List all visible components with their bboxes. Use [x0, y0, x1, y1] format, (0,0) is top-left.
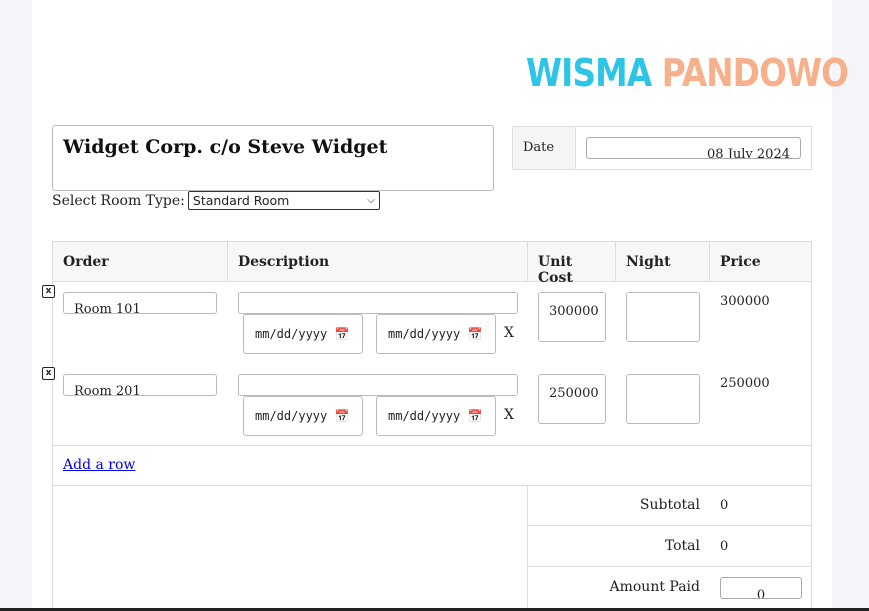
amount-paid-row: Amount Paid 0	[528, 567, 812, 608]
header-night: Night	[616, 242, 710, 281]
total-label: Total	[664, 538, 700, 554]
order-input[interactable]: Room 101	[63, 292, 217, 314]
room-type-value: Standard Room	[192, 193, 290, 208]
add-row-link[interactable]: Add a row	[63, 457, 135, 473]
row-price: 250000	[720, 376, 770, 391]
amount-paid-label: Amount Paid	[609, 579, 700, 595]
date-box: Date 08 July 2024	[512, 126, 812, 170]
calendar-icon[interactable]: 📅	[334, 327, 349, 341]
table-header: Order Description Unit Cost Night Price	[52, 241, 812, 286]
hotel-logo: WISMA PANDOWO	[526, 51, 849, 95]
logo-word-1: WISMA	[526, 51, 652, 95]
date-to-input[interactable]: mm/dd/yyyy 📅	[376, 314, 496, 354]
subtotal-label: Subtotal	[639, 497, 700, 513]
description-input[interactable]	[238, 374, 518, 396]
table-body: x Room 101 mm/dd/yyyy 📅 mm/dd/yyyy 📅 X 3…	[42, 281, 812, 446]
calendar-icon[interactable]: 📅	[467, 409, 482, 423]
delete-row-button[interactable]: x	[42, 285, 55, 298]
totals-section: Subtotal 0 Total 0 Amount Paid 0	[52, 485, 812, 611]
total-row: Total 0	[528, 526, 812, 567]
subtotal-row: Subtotal 0	[528, 485, 812, 526]
date-label: Date	[513, 127, 576, 169]
date-from-placeholder: mm/dd/yyyy	[255, 327, 328, 341]
night-input[interactable]	[626, 374, 700, 424]
calendar-icon[interactable]: 📅	[334, 409, 349, 423]
room-type-label: Select Room Type:	[52, 192, 185, 209]
total-value: 0	[720, 539, 729, 554]
date-to-placeholder: mm/dd/yyyy	[388, 409, 461, 423]
date-from-input[interactable]: mm/dd/yyyy 📅	[243, 314, 363, 354]
room-type-selector: Select Room Type: Standard Room ⌵	[52, 191, 380, 210]
date-to-input[interactable]: mm/dd/yyyy 📅	[376, 396, 496, 436]
date-to-placeholder: mm/dd/yyyy	[388, 327, 461, 341]
invoice-page: WISMA PANDOWO Widget Corp. c/o Steve Wid…	[32, 0, 849, 611]
header-description: Description	[228, 242, 528, 281]
date-input[interactable]: 08 July 2024	[586, 137, 801, 159]
header-price: Price	[720, 254, 761, 270]
add-row-cell: Add a row	[52, 445, 812, 486]
logo-word-2: PANDOWO	[661, 51, 849, 95]
header-unit-cost: Unit Cost	[528, 242, 616, 286]
totals-spacer	[53, 485, 528, 611]
order-input[interactable]: Room 201	[63, 374, 217, 396]
room-type-select[interactable]: Standard Room ⌵	[187, 191, 380, 210]
calendar-icon[interactable]: 📅	[467, 327, 482, 341]
header-order: Order	[53, 242, 228, 281]
date-from-placeholder: mm/dd/yyyy	[255, 409, 328, 423]
clear-dates-button[interactable]: X	[504, 325, 514, 341]
unit-cost-input[interactable]: 300000	[538, 292, 606, 342]
unit-cost-input[interactable]: 250000	[538, 374, 606, 424]
amount-paid-input[interactable]: 0	[720, 577, 802, 599]
date-from-input[interactable]: mm/dd/yyyy 📅	[243, 396, 363, 436]
customer-textarea[interactable]: Widget Corp. c/o Steve Widget	[52, 125, 494, 191]
delete-row-button[interactable]: x	[42, 367, 55, 380]
chevron-down-icon: ⌵	[367, 195, 375, 206]
subtotal-value: 0	[720, 498, 729, 513]
night-input[interactable]	[626, 292, 700, 342]
description-input[interactable]	[238, 292, 518, 314]
row-price: 300000	[720, 294, 770, 309]
clear-dates-button[interactable]: X	[504, 407, 514, 423]
